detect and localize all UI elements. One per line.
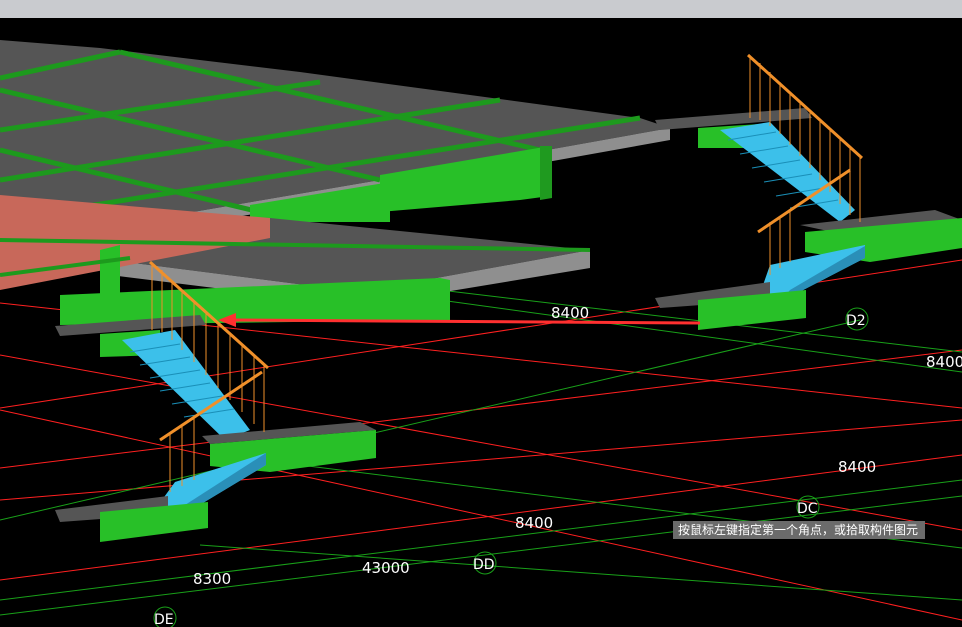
dimension-label: 8400	[838, 458, 876, 476]
command-prompt-tooltip: 按鼠标左键指定第一个角点，或拾取构件图元	[673, 521, 925, 539]
staircase-right[interactable]	[655, 53, 962, 330]
svg-text:DC: DC	[797, 501, 818, 517]
axis-marker-de[interactable]: DE	[153, 606, 177, 627]
window-title-bar	[0, 0, 962, 18]
dimension-label: 8400	[515, 514, 553, 532]
svg-text:D2: D2	[846, 313, 866, 329]
svg-text:DD: DD	[473, 557, 495, 573]
dimension-label: 43000	[362, 559, 410, 577]
dimension-label: 8300	[193, 570, 231, 588]
axis-marker-d2[interactable]: D2	[845, 307, 869, 331]
dimension-label: 8400	[551, 304, 589, 322]
dimension-label: 8400	[926, 353, 962, 371]
svg-text:DE: DE	[154, 612, 174, 627]
